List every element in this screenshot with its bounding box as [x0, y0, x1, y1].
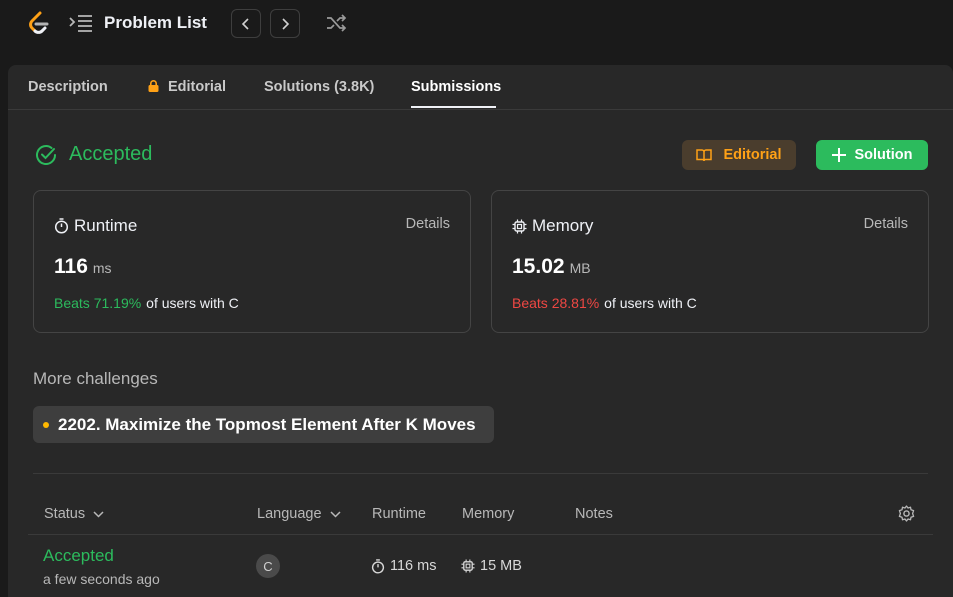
runtime-details-link[interactable]: Details [406, 216, 450, 232]
shuffle-icon[interactable] [325, 13, 347, 33]
tab-submissions[interactable]: Submissions [411, 79, 501, 95]
next-problem-button[interactable] [270, 9, 300, 38]
runtime-title-label: Runtime [74, 216, 138, 235]
section-divider [33, 473, 928, 474]
row-runtime-value: 116 ms [390, 558, 437, 574]
chevron-down-icon [93, 510, 104, 518]
row-language-badge: C [256, 554, 280, 578]
memory-title: Memory [512, 216, 593, 236]
chip-icon [512, 219, 527, 233]
status-header-label: Status [44, 506, 86, 522]
prev-problem-button[interactable] [231, 9, 261, 38]
leetcode-logo[interactable] [24, 9, 52, 37]
runtime-metric: 116 ms [54, 255, 112, 279]
row-timestamp: a few seconds ago [43, 571, 160, 587]
memory-beats-percent: Beats 28.81% [512, 295, 600, 311]
runtime-header: Runtime [372, 506, 426, 522]
memory-header: Memory [462, 506, 515, 522]
tab-editorial-label: Editorial [168, 79, 227, 95]
memory-title-label: Memory [532, 216, 594, 235]
book-icon [696, 149, 713, 162]
runtime-beats: Beats 71.19% of users with C [54, 295, 239, 311]
chip-icon [461, 559, 475, 573]
row-runtime: 116 ms [371, 558, 436, 574]
problem-list-title[interactable]: Problem List [104, 13, 207, 33]
stopwatch-icon [371, 558, 385, 574]
row-memory-value: 15 MB [480, 558, 522, 574]
plus-icon [831, 148, 846, 162]
editorial-button[interactable]: Editorial [682, 140, 796, 170]
chevron-right-icon [282, 17, 290, 30]
add-solution-button[interactable]: Solution [816, 140, 928, 170]
tab-solutions[interactable]: Solutions (3.8K) [264, 79, 374, 95]
gear-icon[interactable] [898, 505, 915, 522]
more-challenges-heading: More challenges [33, 369, 158, 388]
language-column-filter[interactable]: Language [257, 506, 341, 522]
top-bar: Problem List [0, 0, 953, 55]
editorial-button-label: Editorial [723, 147, 782, 163]
memory-unit: MB [569, 260, 591, 276]
runtime-card: Runtime Details 116 ms Beats 71.19% of use… [33, 190, 471, 333]
row-status[interactable]: Accepted [43, 546, 114, 566]
submissions-table-header: Status Language Runtime Memory Notes [28, 496, 933, 536]
memory-value: 15.02 [512, 255, 565, 278]
challenge-link[interactable]: 2202. Maximize the Topmost Element After… [33, 406, 494, 443]
chevron-down-icon [329, 510, 341, 518]
table-row-divider [28, 534, 933, 535]
difficulty-dot [43, 421, 49, 428]
language-header-label: Language [257, 506, 322, 522]
chevron-left-icon [241, 17, 249, 30]
active-tab-indicator [411, 106, 496, 108]
tab-bar: Description Editorial Solutions (3.8K) S… [8, 65, 953, 110]
memory-metric: 15.02 MB [512, 255, 591, 279]
runtime-beats-percent: Beats 71.19% [54, 295, 142, 311]
memory-details-link[interactable]: Details [864, 216, 908, 232]
runtime-value: 116 [54, 255, 88, 278]
stopwatch-icon [54, 218, 69, 234]
solution-button-label: Solution [854, 147, 913, 163]
lock-icon [148, 80, 159, 92]
runtime-title: Runtime [54, 216, 137, 236]
row-memory: 15 MB [461, 558, 522, 574]
tab-description[interactable]: Description [28, 79, 108, 95]
status-column-filter[interactable]: Status [44, 506, 104, 522]
memory-card: Memory Details 15.02 MB Beats 28.81% of us… [491, 190, 929, 333]
memory-beats: Beats 28.81% of users with C [512, 295, 697, 311]
notes-header: Notes [575, 506, 613, 522]
tab-editorial[interactable]: Editorial [148, 79, 226, 95]
result-status: Accepted [35, 143, 152, 166]
submissions-panel: Description Editorial Solutions (3.8K) S… [8, 65, 953, 597]
challenge-title: 2202. Maximize the Topmost Element After… [58, 414, 476, 434]
memory-beats-suffix: of users with C [604, 295, 697, 311]
runtime-unit: ms [92, 260, 112, 276]
list-icon[interactable] [69, 13, 93, 33]
runtime-beats-suffix: of users with C [146, 295, 239, 311]
check-circle-icon [36, 144, 56, 165]
accepted-label: Accepted [69, 143, 153, 165]
